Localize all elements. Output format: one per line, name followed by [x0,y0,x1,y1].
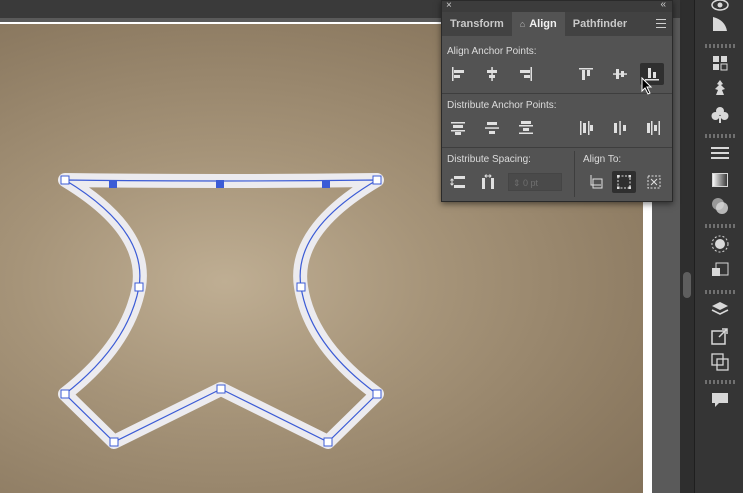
distribute-anchor-label: Distribute Anchor Points: [447,100,557,111]
dock-grip[interactable] [705,290,735,294]
scrollbar-thumb[interactable] [683,272,691,298]
dock-grip[interactable] [705,380,735,384]
asset-export-icon[interactable] [709,325,731,347]
align-horizontal-center-button[interactable] [480,63,504,85]
panel-tabs: Transform ⌂ Align Pathfinder [442,12,672,36]
vertical-scrollbar[interactable] [680,0,694,493]
vertical-distribute-space-button[interactable] [446,171,470,193]
layers-icon[interactable] [709,298,731,320]
dock-grip[interactable] [705,44,735,48]
section-divider [442,147,672,148]
color-guide-icon[interactable] [709,233,731,255]
dock-grip[interactable] [705,224,735,228]
transparency-icon[interactable] [709,195,731,217]
spacing-value-field[interactable]: ⇕ 0 pt [508,173,562,191]
section-divider [442,93,672,94]
tab-transform[interactable]: Transform [442,12,512,36]
tab-pathfinder[interactable]: Pathfinder [565,12,635,36]
tab-align-icon: ⌂ [519,19,526,29]
comments-icon[interactable] [709,389,731,411]
anchor-point [372,389,382,399]
image-trace-icon[interactable] [709,260,731,282]
section-divider-vertical [574,151,575,197]
symbols-grid-icon[interactable] [709,52,731,74]
anchor-point [60,175,70,185]
align-to-key-object-button[interactable] [584,171,608,193]
distribute-top-button[interactable] [446,117,470,139]
artboards-icon[interactable] [709,351,731,373]
anchor-point-selected [322,180,330,188]
arrow-cursor-icon [641,77,653,95]
anchor-point [323,437,333,447]
align-vertical-center-button[interactable] [608,63,632,85]
close-icon[interactable]: × [446,0,452,11]
panel-dock-strip [694,0,743,493]
align-left-button[interactable] [446,63,470,85]
align-to-artboard-button[interactable] [642,171,666,193]
anchor-point-selected [216,180,224,188]
stroke-lines-icon[interactable] [709,142,731,164]
gradient-icon[interactable] [709,169,731,191]
shape-outline-thick [58,173,384,449]
anchor-point [296,282,306,292]
anchor-point [109,437,119,447]
collapse-icon[interactable]: « [660,0,666,10]
anchor-point [372,175,382,185]
align-anchor-label: Align Anchor Points: [447,46,537,57]
dock-grip[interactable] [705,134,735,138]
align-right-button[interactable] [514,63,538,85]
tab-align-label: Align [529,18,557,30]
distribute-horizontal-center-button[interactable] [608,117,632,139]
align-top-button[interactable] [574,63,598,85]
distribute-left-button[interactable] [574,117,598,139]
anchor-point-selected [109,180,117,188]
hamburger-icon[interactable] [656,19,666,28]
tab-align[interactable]: ⌂ Align [511,12,565,36]
anchor-point [134,282,144,292]
graphic-styles-icon[interactable] [709,13,731,35]
club-symbol-icon[interactable] [709,104,731,126]
brushes-icon[interactable] [709,77,731,99]
distribute-spacing-label: Distribute Spacing: [447,154,531,165]
distribute-bottom-button[interactable] [514,117,538,139]
align-to-selection-button[interactable] [612,171,636,193]
anchor-point [60,389,70,399]
distribute-right-button[interactable] [642,117,666,139]
align-to-label: Align To: [583,154,622,165]
horizontal-distribute-space-button[interactable] [476,171,500,193]
anchor-point [216,384,226,394]
panel-title-bar[interactable]: × « [442,0,672,12]
distribute-vertical-center-button[interactable] [480,117,504,139]
align-panel: × « Transform ⌂ Align Pathfinder Align An… [441,0,673,202]
